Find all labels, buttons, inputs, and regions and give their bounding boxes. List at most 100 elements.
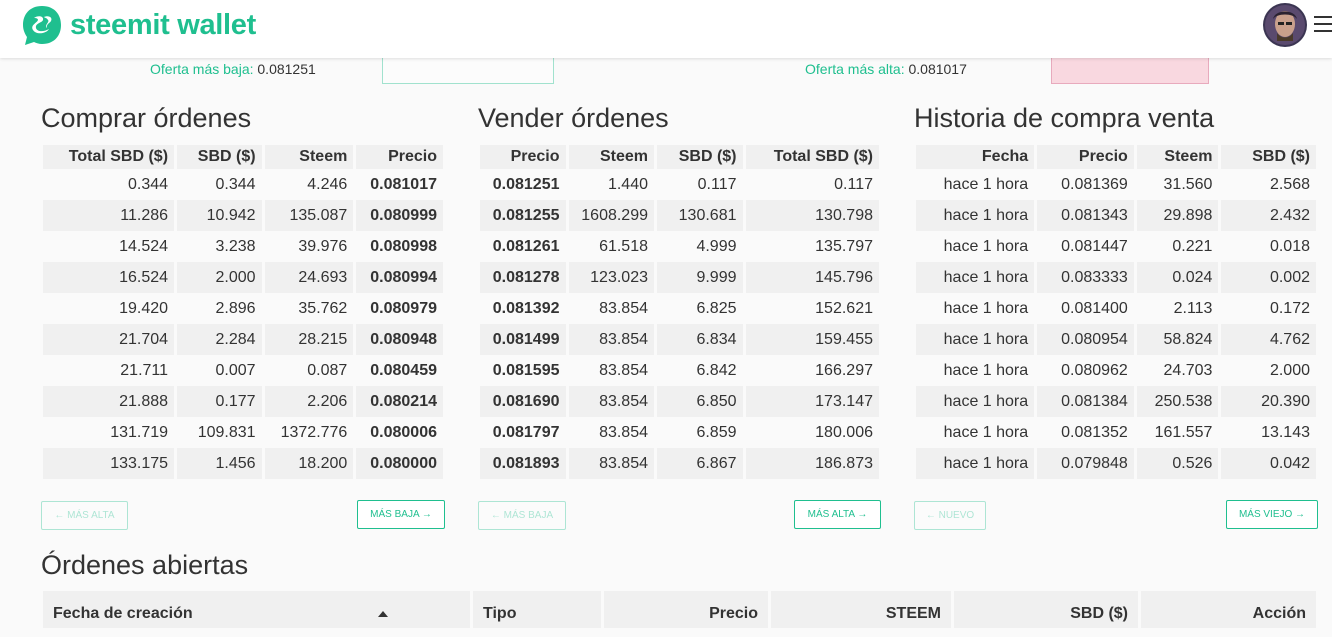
table-row[interactable]: hace 1 hora 0.081447 0.221 0.018: [916, 231, 1316, 262]
column-header: Fecha: [916, 145, 1035, 169]
column-header: Steem: [264, 145, 354, 169]
table-cell: 24.693: [264, 262, 354, 293]
highest-bid-label: Oferta más alta:: [805, 61, 905, 77]
table-cell: 1608.299: [568, 200, 654, 231]
table-row[interactable]: 0.081690 83.854 6.850 173.147: [480, 386, 879, 417]
buy-orders-title: Comprar órdenes: [41, 103, 252, 133]
table-row[interactable]: 0.081499 83.854 6.834 159.455: [480, 324, 879, 355]
table-row[interactable]: hace 1 hora 0.081343 29.898 2.432: [916, 200, 1316, 231]
table-row[interactable]: 19.420 2.896 35.762 0.080979: [43, 293, 443, 324]
column-header: Total SBD ($): [43, 145, 175, 169]
sort-by-creation-date[interactable]: Fecha de creación: [43, 591, 470, 628]
table-row[interactable]: 0.344 0.344 4.246 0.081017: [43, 169, 443, 200]
table-cell: 6.859: [696, 423, 737, 441]
table-cell: 0.081255: [480, 200, 566, 231]
table-cell: 14.524: [119, 237, 169, 255]
table-row[interactable]: hace 1 hora 0.083333 0.024 0.002: [916, 262, 1316, 293]
table-cell: 145.796: [745, 262, 879, 293]
table-cell: 2.896: [215, 299, 256, 317]
table-row[interactable]: 11.286 10.942 135.087 0.080999: [43, 200, 443, 231]
table-row[interactable]: 21.888 0.177 2.206 0.080214: [43, 386, 443, 417]
table-row[interactable]: hace 1 hora 0.081352 161.557 13.143: [916, 417, 1316, 448]
table-cell: 6.867: [657, 448, 743, 479]
hamburger-menu-icon[interactable]: [1314, 16, 1332, 32]
table-row[interactable]: hace 1 hora 0.080954 58.824 4.762: [916, 324, 1316, 355]
table-cell: 135.087: [264, 200, 354, 231]
table-cell: 0.080998: [370, 237, 437, 255]
higher-page-button[interactable]: MÁS ALTA →: [794, 500, 881, 529]
table-row[interactable]: hace 1 hora 0.081384 250.538 20.390: [916, 386, 1316, 417]
avatar-image: [1263, 3, 1307, 47]
brand-logo[interactable]: steemit wallet: [22, 4, 256, 46]
table-cell: 0.081893: [480, 448, 566, 479]
table-cell: 61.518: [599, 237, 648, 255]
table-cell: 0.344: [215, 175, 256, 193]
table-cell: hace 1 hora: [943, 175, 1029, 193]
table-row[interactable]: 133.175 1.456 18.200 0.080000: [43, 448, 443, 479]
table-cell: 131.719: [110, 423, 169, 441]
table-row[interactable]: 0.081251 1.440 0.117 0.117: [480, 169, 879, 200]
highest-bid-value: 0.081017: [908, 61, 967, 77]
table-row[interactable]: 21.711 0.007 0.087 0.080459: [43, 355, 443, 386]
table-cell: 11.286: [43, 200, 175, 231]
table-row[interactable]: hace 1 hora 0.081369 31.560 2.568: [916, 169, 1316, 200]
table-header-row: Precio Steem SBD ($) Total SBD ($): [480, 145, 879, 169]
user-avatar[interactable]: [1263, 3, 1307, 47]
table-cell: 4.999: [696, 237, 737, 255]
table-row[interactable]: 21.704 2.284 28.215 0.080948: [43, 324, 443, 355]
table-row[interactable]: 0.081893 83.854 6.867 186.873: [480, 448, 879, 479]
table-cell: 0.221: [1172, 237, 1213, 255]
column-header: Precio: [480, 145, 566, 169]
table-row[interactable]: 0.081595 83.854 6.842 166.297: [480, 355, 879, 386]
table-cell: 180.006: [815, 423, 873, 441]
table-row[interactable]: 131.719 109.831 1372.776 0.080006: [43, 417, 443, 448]
table-cell: 0.080962: [1061, 361, 1128, 379]
table-cell: 133.175: [43, 448, 175, 479]
table-cell: 35.762: [298, 299, 348, 317]
header-creation-date: Fecha de creación: [53, 605, 193, 622]
table-cell: hace 1 hora: [916, 200, 1035, 231]
table-cell: 4.762: [1221, 324, 1316, 355]
lower-page-button[interactable]: MÁS BAJA →: [357, 500, 445, 529]
table-cell: 0.087: [307, 361, 348, 379]
table-cell: hace 1 hora: [916, 324, 1035, 355]
table-cell: 10.942: [177, 200, 262, 231]
older-page-button[interactable]: MÁS VIEJO →: [1226, 500, 1318, 529]
table-cell: 0.081261: [492, 237, 560, 255]
table-cell: 21.888: [43, 386, 175, 417]
table-cell: 39.976: [298, 237, 348, 255]
lower-page-button[interactable]: ← MÁS BAJA: [478, 501, 566, 530]
column-header: Precio: [356, 145, 443, 169]
table-cell: 0.080954: [1037, 324, 1134, 355]
table-cell: 135.797: [815, 237, 873, 255]
table-row[interactable]: hace 1 hora 0.081400 2.113 0.172: [916, 293, 1316, 324]
brand-name: steemit wallet: [70, 8, 256, 41]
table-cell: 28.215: [264, 324, 354, 355]
lowest-ask-value: 0.081251: [257, 61, 316, 77]
table-cell: 0.081278: [480, 262, 566, 293]
table-row[interactable]: 0.081261 61.518 4.999 135.797: [480, 231, 879, 262]
table-cell: 0.344: [127, 175, 169, 193]
table-row[interactable]: 0.081278 123.023 9.999 145.796: [480, 262, 879, 293]
table-cell: 0.081352: [1061, 423, 1128, 441]
table-cell: 9.999: [657, 262, 743, 293]
table-row[interactable]: 14.524 3.238 39.976 0.080998: [43, 231, 443, 262]
higher-page-button[interactable]: ← MÁS ALTA: [41, 501, 128, 530]
table-cell: hace 1 hora: [916, 448, 1035, 479]
table-row[interactable]: 0.081797 83.854 6.859 180.006: [480, 417, 879, 448]
table-cell: 83.854: [599, 361, 648, 379]
table-row[interactable]: hace 1 hora 0.080962 24.703 2.000: [916, 355, 1316, 386]
table-cell: 0.024: [1136, 262, 1219, 293]
table-cell: 2.000: [177, 262, 262, 293]
table-cell: hace 1 hora: [943, 361, 1029, 379]
table-row[interactable]: 0.081392 83.854 6.825 152.621: [480, 293, 879, 324]
sell-orders-title: Vender órdenes: [478, 103, 669, 133]
table-row[interactable]: hace 1 hora 0.079848 0.526 0.042: [916, 448, 1316, 479]
newer-page-button[interactable]: ← NUEVO: [914, 501, 986, 530]
table-cell: 0.081499: [480, 324, 566, 355]
table-row[interactable]: 0.081255 1608.299 130.681 130.798: [480, 200, 879, 231]
table-cell: 0.080006: [370, 423, 437, 441]
table-cell: 0.117: [697, 175, 737, 193]
table-cell: 0.081797: [492, 423, 560, 441]
table-row[interactable]: 16.524 2.000 24.693 0.080994: [43, 262, 443, 293]
